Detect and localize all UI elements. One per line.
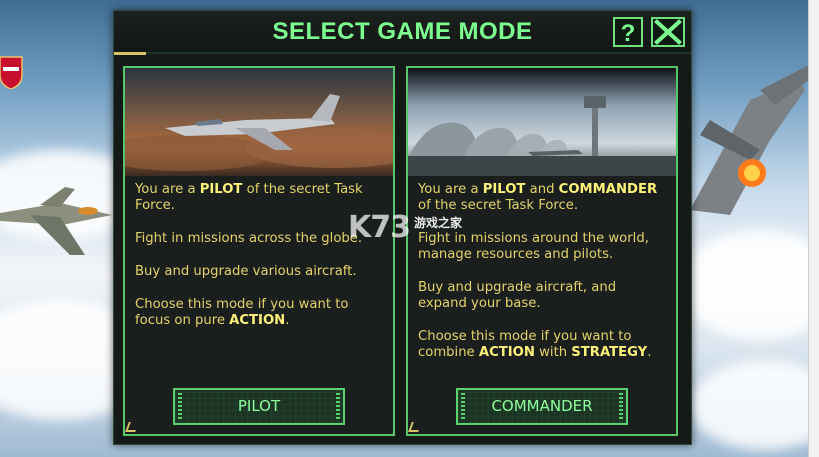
pilot-button[interactable]: PILOT	[173, 388, 345, 425]
close-icon	[654, 19, 682, 45]
commander-desc-line2: Fight in missions around the world, mana…	[418, 231, 649, 262]
background-jet-right	[690, 65, 809, 215]
window-edge-strip	[808, 0, 819, 457]
pilot-description: You are a PILOT of the secret Task Force…	[135, 182, 385, 346]
close-button[interactable]	[651, 17, 685, 47]
pilot-jet-image	[125, 68, 393, 176]
commander-button[interactable]: COMMANDER	[456, 388, 628, 425]
highlight-text: ACTION	[478, 345, 535, 360]
highlight-text: ACTION	[229, 313, 286, 328]
club-badge-icon	[0, 56, 23, 89]
pilot-desc-line4: Choose this mode if you want to focus on…	[135, 297, 385, 329]
commander-desc-line4: Choose this mode if you want to combine …	[418, 329, 668, 361]
highlight-text: PILOT	[482, 182, 526, 197]
text-fragment: You are a	[135, 182, 200, 197]
dialog-title: SELECT GAME MODE	[272, 18, 533, 45]
highlight-text: COMMANDER	[558, 182, 658, 197]
panel-corner-mark	[125, 422, 139, 432]
commander-description: You are a PILOT and COMMANDER of the sec…	[418, 182, 668, 378]
pilot-desc-line3: Buy and upgrade various aircraft.	[135, 264, 357, 279]
commander-mode-panel: You are a PILOT and COMMANDER of the sec…	[406, 66, 678, 436]
commander-desc-line1: You are a PILOT and COMMANDER of the sec…	[418, 182, 668, 214]
background-jet-left	[0, 187, 112, 255]
panel-corner-mark	[408, 422, 422, 432]
dialog-title-bar: SELECT GAME MODE ?	[114, 11, 691, 55]
pilot-mode-panel: You are a PILOT of the secret Task Force…	[123, 66, 395, 436]
airbase-image	[408, 68, 676, 176]
pilot-desc-line1: You are a PILOT of the secret Task Force…	[135, 182, 385, 214]
game-mode-dialog: SELECT GAME MODE ? You are a PILOT of th…	[113, 10, 692, 445]
highlight-text: STRATEGY	[571, 345, 648, 360]
help-button[interactable]: ?	[613, 17, 643, 47]
pilot-desc-line2: Fight in missions across the globe.	[135, 231, 363, 246]
background-cloud	[680, 230, 819, 340]
text-fragment: You are a	[418, 182, 483, 197]
text-fragment: .	[285, 313, 290, 328]
background-cloud	[690, 360, 819, 450]
text-fragment: and	[525, 182, 559, 197]
highlight-text: PILOT	[199, 182, 243, 197]
title-divider-accent	[114, 52, 146, 55]
commander-desc-line3: Buy and upgrade aircraft, and expand you…	[418, 280, 617, 311]
text-fragment: .	[647, 345, 652, 360]
text-fragment: of the secret Task Force.	[418, 198, 579, 213]
title-divider	[114, 52, 691, 54]
text-fragment: with	[534, 345, 572, 360]
